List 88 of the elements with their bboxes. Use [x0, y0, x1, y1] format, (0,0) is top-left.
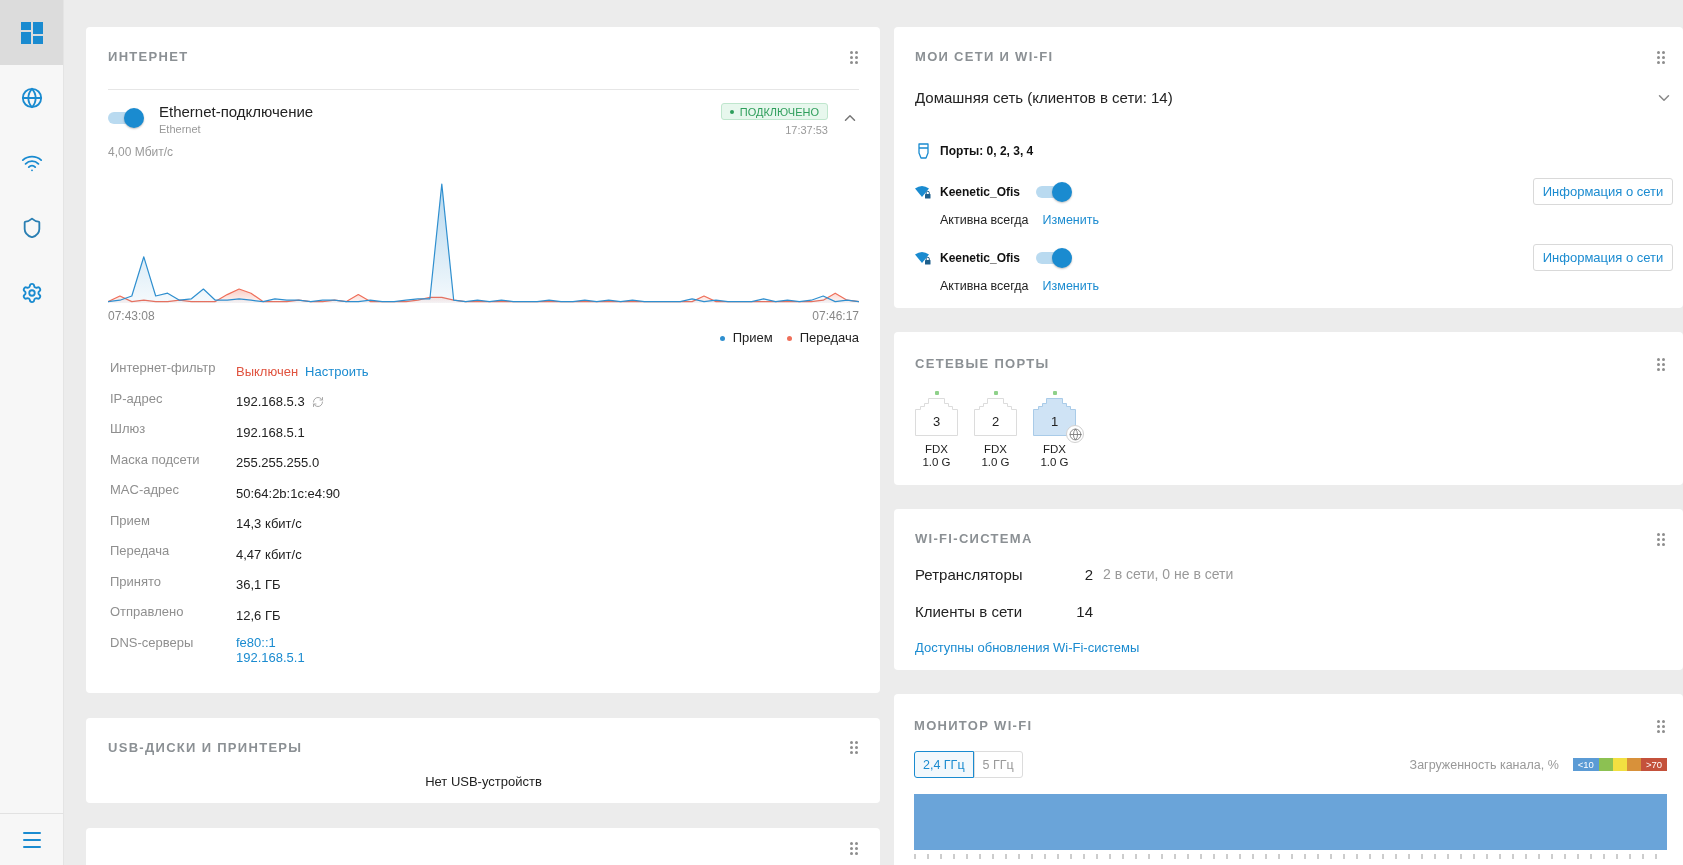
detail-label: Маска подсети: [110, 451, 201, 469]
card-title: СЕТЕВЫЕ ПОРТЫ: [915, 356, 1050, 372]
drag-handle-icon[interactable]: [850, 741, 858, 754]
refresh-icon[interactable]: [311, 395, 324, 408]
settings-icon: [20, 281, 43, 304]
detail-label: MAC-адрес: [110, 482, 180, 499]
connection-type: Ethernet: [159, 122, 202, 136]
detail-link[interactable]: fe80::1: [236, 634, 276, 650]
connection-time: 17:37:53: [785, 123, 828, 137]
card-title: USB-ДИСКИ И ПРИНТЕРЫ: [108, 739, 303, 756]
start-time-label: 07:43:08: [108, 309, 155, 323]
system-value: 14: [1075, 602, 1093, 620]
detail-value: 192.168.5.1: [236, 424, 305, 440]
duplex-label: FDX: [1043, 443, 1066, 456]
network-segment-title: Домашняя сеть (клиентов в сети: 14): [915, 89, 1173, 107]
network-info-button[interactable]: Информация о сети: [1533, 244, 1673, 271]
globe-icon: [1066, 425, 1084, 443]
ethernet-port: 1: [1033, 398, 1076, 436]
detail-link[interactable]: 192.168.5.1: [236, 649, 305, 665]
schedule-label: Активна всегда: [940, 279, 1029, 293]
ethernet-port: 3: [915, 398, 958, 436]
wifi-lock-icon: [915, 250, 931, 265]
edit-link[interactable]: Изменить: [1042, 279, 1099, 293]
load-scale-tag: >70: [1640, 758, 1667, 771]
detail-label: IP-адрес: [110, 390, 164, 408]
sidebar-item[interactable]: [0, 0, 63, 65]
empty-message: Нет USB-устройств: [424, 774, 543, 789]
globe-icon: [20, 86, 43, 109]
legend-label: Передача: [799, 331, 859, 345]
detail-label: Отправлено: [110, 604, 185, 621]
detail-value: 192.168.5.3: [236, 394, 305, 410]
card-title: МОИ СЕТИ И WI-FI: [915, 49, 1054, 65]
drag-handle-icon[interactable]: [1657, 50, 1665, 64]
status-label: ПОДКЛЮЧЕНО: [739, 104, 819, 119]
drag-handle-icon[interactable]: [850, 50, 858, 64]
chart-scale-label: 4,00 Мбит/с: [108, 145, 175, 159]
detail-label: Шлюз: [110, 421, 147, 438]
drag-handle-icon[interactable]: [850, 842, 858, 855]
ports-label: Порты: 0, 2, 3, 4: [940, 143, 1034, 159]
legend-label: Прием: [732, 331, 773, 345]
update-link[interactable]: Доступны обновления Wi-Fi-системы: [915, 641, 1140, 655]
toggle-switch[interactable]: [1036, 181, 1073, 202]
detail-value: 50:64:2b:1c:e4:90: [236, 485, 341, 501]
band-tab[interactable]: 2,4 ГГц: [914, 751, 974, 778]
card-title: МОНИТОР WI-FI: [914, 718, 1033, 734]
toggle-switch[interactable]: [1036, 247, 1073, 268]
detail-link[interactable]: Настроить: [305, 363, 369, 379]
detail-label: Принято: [110, 573, 163, 591]
status-value: Выключен: [236, 363, 299, 379]
load-scale-tag: <10: [1572, 758, 1599, 771]
detail-label: Прием: [110, 512, 151, 530]
end-time-label: 07:46:17: [812, 309, 859, 323]
drag-handle-icon[interactable]: [1657, 357, 1665, 371]
ethernet-plug-icon: [917, 143, 929, 159]
wifi-lock-icon: [915, 184, 931, 199]
detail-label: Передача: [110, 543, 171, 560]
detail-value: 4,47 кбит/с: [236, 546, 302, 562]
system-value: 2: [1083, 565, 1093, 583]
wifi-network-name: Keenetic_Ofis: [940, 249, 1021, 266]
speed-label: 1.0 G: [981, 456, 1010, 469]
channel-load-label: Загруженность канала, %: [1409, 757, 1559, 772]
card-title: WI-FI-СИСТЕМА: [915, 531, 1033, 547]
detail-value: 12,6 ГБ: [236, 607, 281, 623]
band-tab[interactable]: 5 ГГц: [973, 751, 1023, 778]
system-label: Ретрансляторы: [915, 565, 1024, 583]
drag-handle-icon[interactable]: [1657, 532, 1665, 546]
detail-value: 36,1 ГБ: [236, 577, 281, 593]
ethernet-port: 2: [974, 398, 1017, 436]
toggle-switch[interactable]: [108, 108, 144, 128]
speed-label: 1.0 G: [1040, 456, 1069, 469]
duplex-label: FDX: [984, 443, 1007, 456]
card-title: ИНТЕРНЕТ: [108, 49, 189, 65]
wifi-network-name: Keenetic_Ofis: [940, 183, 1021, 200]
dashboard-icon: [20, 21, 43, 44]
schedule-label: Активна всегда: [940, 213, 1029, 227]
edit-link[interactable]: Изменить: [1042, 213, 1099, 227]
drag-handle-icon[interactable]: [1657, 719, 1665, 733]
detail-value: 255.255.255.0: [236, 455, 320, 471]
detail-value: 14,3 кбит/с: [236, 516, 302, 532]
connection-name: Ethernet-подключение: [159, 103, 315, 121]
system-note: 2 в сети, 0 не в сети: [1103, 566, 1234, 582]
detail-label: Интернет-фильтр: [110, 360, 217, 377]
system-label: Клиенты в сети: [915, 602, 1024, 620]
network-info-button[interactable]: Информация о сети: [1533, 178, 1673, 205]
duplex-label: FDX: [925, 443, 948, 456]
status-dot-icon: [729, 109, 734, 114]
speed-label: 1.0 G: [922, 456, 951, 469]
detail-label: DNS-серверы: [110, 634, 195, 652]
